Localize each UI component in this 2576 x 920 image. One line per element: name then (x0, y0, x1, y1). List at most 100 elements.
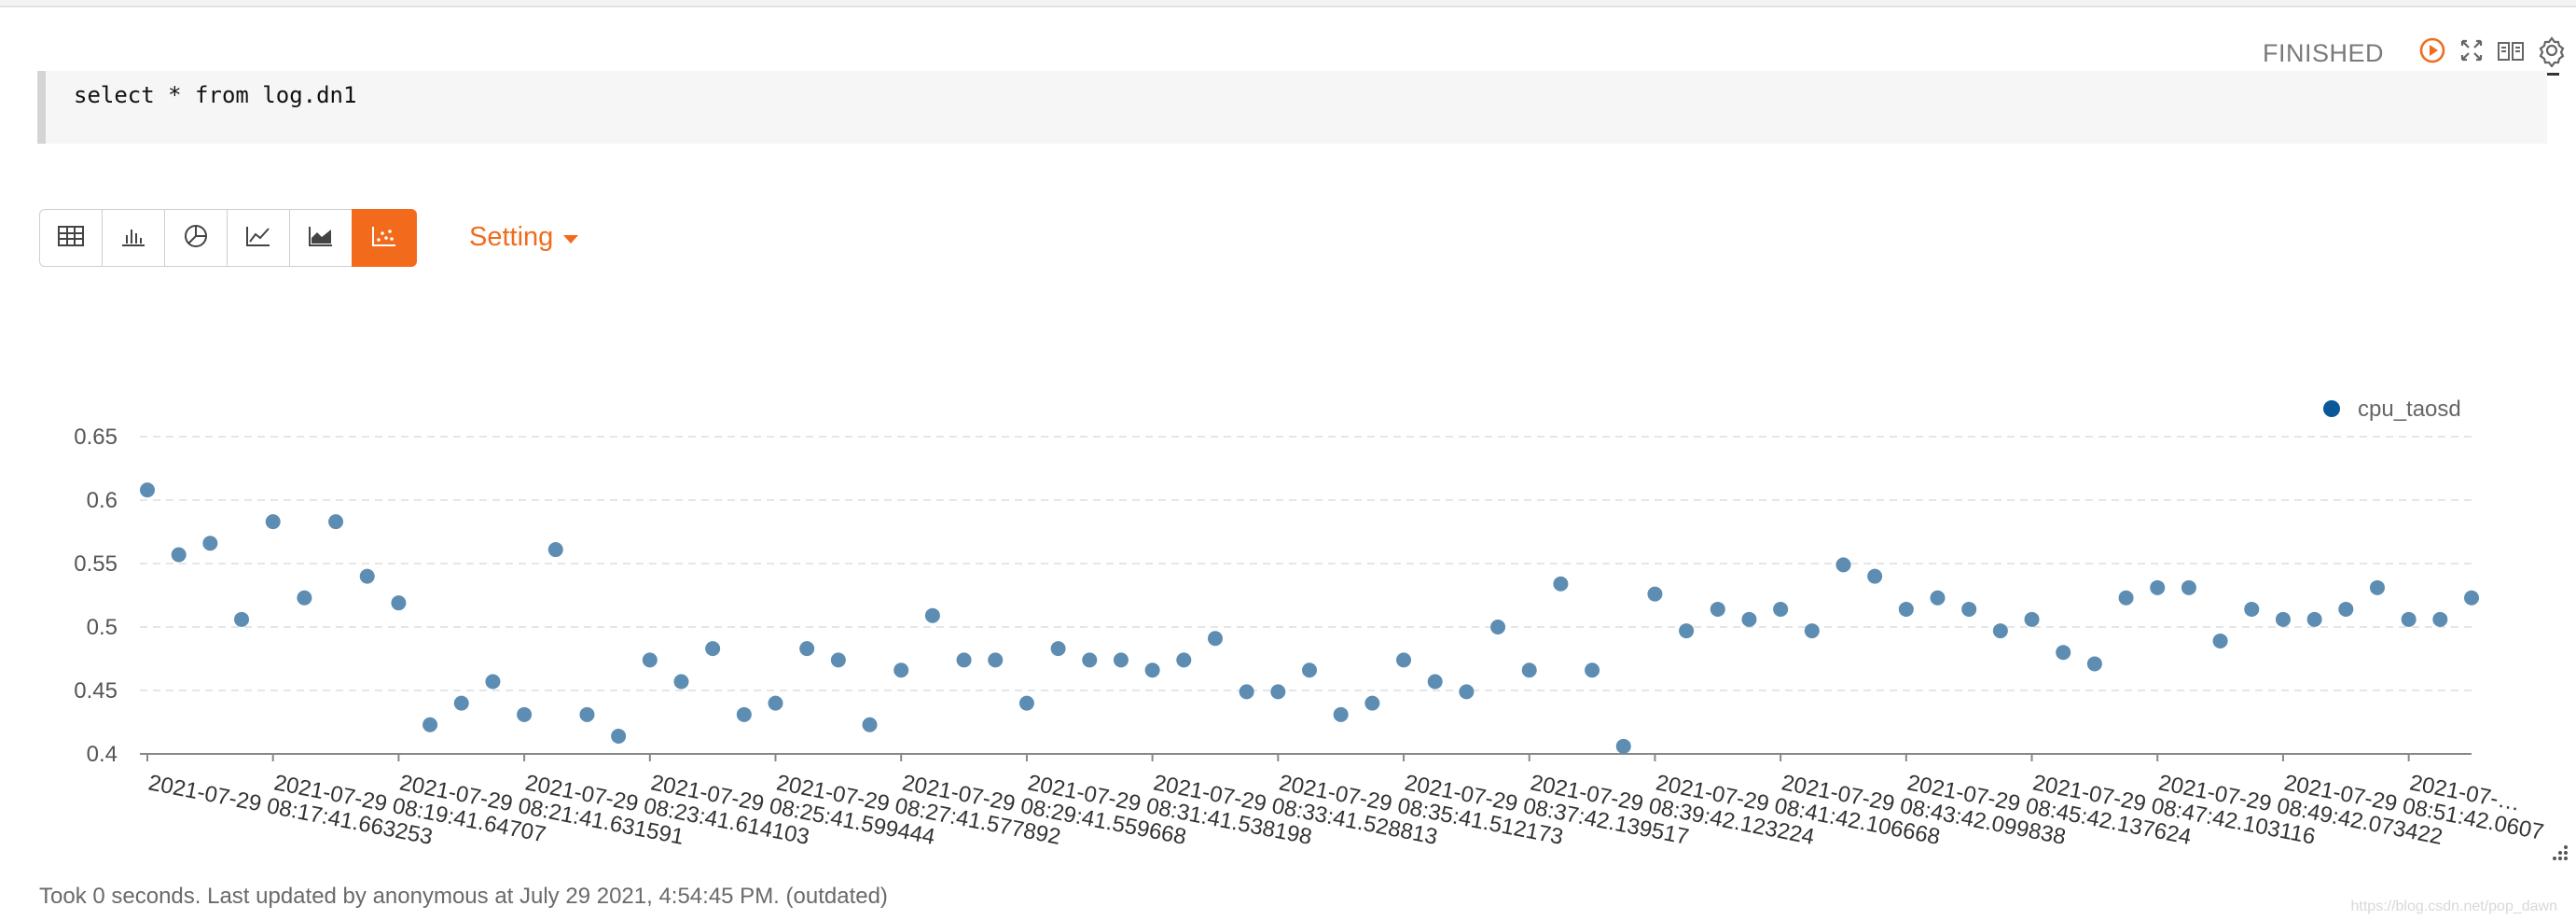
data-point (1302, 662, 1317, 678)
data-point (1961, 601, 1977, 617)
data-point (705, 641, 721, 657)
data-point (2338, 601, 2354, 617)
data-point (1710, 601, 1725, 617)
data-point (2086, 656, 2102, 672)
data-point (1867, 568, 1883, 584)
y-tick-label: 0.5 (87, 615, 118, 640)
data-point (517, 706, 533, 722)
code-editor[interactable]: select * from log.dn1 (37, 71, 2547, 144)
data-point (391, 595, 407, 611)
data-point (2181, 579, 2196, 595)
data-point (2432, 611, 2448, 627)
data-point (2024, 611, 2040, 627)
resize-handle-icon[interactable] (2548, 841, 2569, 861)
caret-down-icon (562, 222, 579, 253)
y-tick-label: 0.6 (87, 488, 118, 513)
data-point (1992, 623, 2008, 639)
expand-icon[interactable] (2455, 34, 2488, 67)
data-point (1270, 684, 1286, 700)
scatter-chart-button[interactable] (352, 209, 417, 267)
code-text[interactable]: select * from log.dn1 (74, 82, 356, 108)
data-point (611, 728, 627, 744)
data-point (799, 641, 815, 657)
data-point (202, 536, 218, 551)
data-point (988, 652, 1004, 668)
data-point (1396, 652, 1412, 668)
pie-chart-button[interactable] (164, 209, 228, 267)
data-point (673, 674, 689, 690)
legend-marker (2323, 400, 2340, 417)
data-point (422, 717, 438, 732)
data-point (453, 695, 469, 711)
data-point (736, 706, 752, 722)
data-point (171, 547, 187, 563)
setting-label: Setting (469, 222, 554, 252)
data-point (1427, 674, 1443, 690)
area-chart-button[interactable] (289, 209, 353, 267)
data-point (2244, 601, 2260, 617)
data-point (2212, 633, 2228, 648)
y-tick-label: 0.4 (87, 742, 118, 767)
scatter-chart: 0.40.450.50.550.60.652021-07-29 08:17:41… (74, 397, 2545, 850)
data-point (2150, 579, 2166, 595)
data-point (1239, 684, 1254, 700)
data-point (1459, 684, 1475, 700)
line-chart-button[interactable] (227, 209, 290, 267)
data-point (2118, 590, 2134, 606)
watermark: https://blog.csdn.net/pop_dawn (2350, 899, 2558, 914)
line-chart-icon (245, 225, 271, 252)
data-point (265, 514, 281, 530)
data-point (1176, 652, 1192, 668)
data-point (1553, 576, 1569, 592)
data-point (1615, 738, 1631, 754)
data-point (2401, 611, 2417, 627)
data-point (1804, 623, 1820, 639)
data-point (297, 590, 312, 606)
data-point (768, 695, 783, 711)
data-point (2306, 611, 2322, 627)
setting-dropdown[interactable]: Setting (469, 222, 579, 253)
table-icon (57, 225, 85, 252)
pie-chart-icon (183, 223, 209, 254)
data-point (1647, 586, 1663, 602)
data-point (1835, 557, 1851, 573)
data-point (924, 607, 940, 623)
data-point (893, 662, 909, 678)
data-point (1018, 695, 1034, 711)
data-point (1207, 631, 1223, 647)
legend-label: cpu_taosd (2358, 397, 2461, 422)
data-point (1930, 590, 1946, 606)
data-point (1144, 662, 1160, 678)
data-point (1741, 611, 1757, 627)
gear-icon[interactable] (2535, 34, 2569, 68)
data-point (1113, 652, 1129, 668)
data-point (1082, 652, 1098, 668)
data-point (1364, 695, 1380, 711)
data-point (140, 482, 155, 498)
bar-chart-icon (120, 225, 146, 252)
data-point (956, 652, 972, 668)
data-point (234, 611, 250, 627)
y-tick-label: 0.55 (74, 551, 118, 577)
data-point (579, 706, 595, 722)
data-point (1679, 623, 1695, 639)
data-point (1585, 662, 1600, 678)
data-point (1333, 706, 1349, 722)
data-point (547, 542, 563, 558)
visualization-switcher (39, 209, 417, 269)
table-view-button[interactable] (39, 209, 103, 267)
footer-status: Took 0 seconds. Last updated by anonymou… (39, 884, 888, 909)
run-icon[interactable] (2416, 34, 2449, 67)
data-point (2275, 611, 2291, 627)
scatter-chart-icon (371, 225, 397, 252)
book-icon[interactable] (2494, 34, 2528, 67)
data-point (642, 652, 658, 668)
data-point (2369, 579, 2385, 595)
data-point (485, 674, 501, 690)
data-point (1490, 620, 1506, 634)
data-point (1898, 601, 1914, 617)
y-tick-label: 0.45 (74, 678, 118, 704)
data-point (1773, 601, 1789, 617)
bar-chart-button[interactable] (102, 209, 165, 267)
data-point (2464, 590, 2479, 606)
